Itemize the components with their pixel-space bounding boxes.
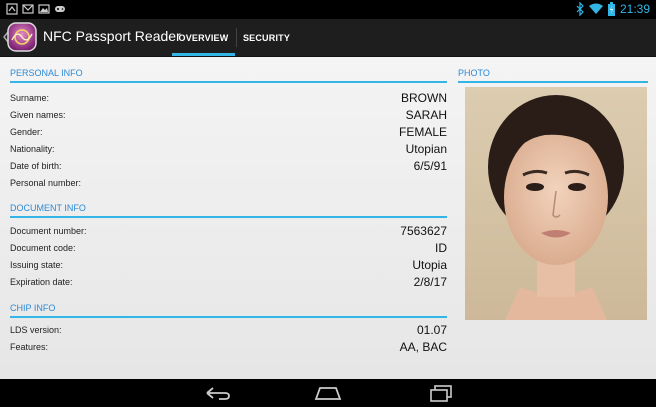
back-icon[interactable] bbox=[199, 383, 235, 403]
row-label: Issuing state: bbox=[10, 260, 64, 270]
row-value: 6/5/91 bbox=[413, 159, 447, 173]
info-row-surname: Surname: BROWN bbox=[10, 90, 447, 106]
info-row-document-code: Document code: ID bbox=[10, 240, 447, 256]
battery-icon bbox=[607, 2, 615, 16]
bluetooth-icon bbox=[576, 2, 584, 16]
navigation-bar bbox=[0, 379, 656, 407]
info-row-gender: Gender: FEMALE bbox=[10, 124, 447, 140]
row-value: FEMALE bbox=[398, 125, 447, 139]
row-label: Gender: bbox=[10, 127, 43, 137]
row-value: AA, BAC bbox=[399, 340, 447, 354]
gmail-icon bbox=[22, 4, 34, 14]
info-row-personal-number: Personal number: bbox=[10, 175, 447, 191]
row-value: SARAH bbox=[405, 108, 447, 122]
info-row-expiration-date: Expiration date: 2/8/17 bbox=[10, 274, 447, 290]
info-row-date-of-birth: Date of birth: 6/5/91 bbox=[10, 158, 447, 174]
row-value: 7563627 bbox=[400, 224, 447, 238]
wifi-icon bbox=[588, 3, 603, 14]
info-row-document-number: Document number: 7563627 bbox=[10, 223, 447, 239]
notification-icon bbox=[6, 3, 18, 15]
row-value: 2/8/17 bbox=[413, 275, 447, 289]
row-label: Document number: bbox=[10, 226, 87, 236]
recent-apps-icon[interactable] bbox=[423, 383, 459, 403]
info-row-nationality: Nationality: Utopian bbox=[10, 141, 447, 157]
tab-security[interactable]: SECURITY bbox=[237, 19, 296, 56]
tab-security-label: SECURITY bbox=[242, 32, 291, 43]
row-label: LDS version: bbox=[10, 325, 62, 335]
status-bar: 21:39 bbox=[0, 0, 656, 19]
row-label: Expiration date: bbox=[10, 277, 73, 287]
home-icon[interactable] bbox=[310, 383, 346, 403]
row-value: 01.07 bbox=[416, 323, 447, 337]
personal-info-header: PERSONAL INFO bbox=[10, 68, 447, 83]
info-row-given-names: Given names: SARAH bbox=[10, 107, 447, 123]
tab-overview[interactable]: OVERVIEW bbox=[172, 19, 235, 56]
row-value: BROWN bbox=[401, 91, 447, 105]
info-row-issuing-state: Issuing state: Utopia bbox=[10, 257, 447, 273]
content-area: PERSONAL INFO Surname: BROWN Given names… bbox=[0, 57, 656, 379]
photo-header: PHOTO bbox=[458, 68, 648, 83]
app-logo-icon[interactable] bbox=[7, 22, 37, 52]
passport-photo bbox=[465, 87, 647, 320]
row-label: Document code: bbox=[10, 243, 76, 253]
chip-info-header: CHIP INFO bbox=[10, 303, 447, 318]
image-icon bbox=[38, 4, 50, 14]
row-label: Personal number: bbox=[10, 178, 82, 188]
info-row-features: Features: AA, BAC bbox=[10, 339, 447, 355]
status-time: 21:39 bbox=[619, 2, 650, 16]
info-row-lds-version: LDS version: 01.07 bbox=[10, 322, 447, 338]
row-value: Utopia bbox=[412, 258, 447, 272]
row-label: Features: bbox=[10, 342, 49, 352]
game-controller-icon bbox=[55, 6, 65, 12]
row-label: Date of birth: bbox=[10, 161, 62, 171]
row-label: Surname: bbox=[10, 93, 50, 103]
document-info-header: DOCUMENT INFO bbox=[10, 203, 447, 218]
action-bar: NFC Passport Reader OVERVIEW SECURITY bbox=[0, 19, 656, 57]
tab-overview-label: OVERVIEW bbox=[178, 32, 229, 43]
row-label: Given names: bbox=[10, 110, 66, 120]
row-label: Nationality: bbox=[10, 144, 55, 154]
app-title: NFC Passport Reader bbox=[43, 28, 181, 44]
row-value: Utopian bbox=[405, 142, 447, 156]
portrait-image bbox=[465, 87, 647, 320]
row-value: ID bbox=[435, 241, 447, 255]
